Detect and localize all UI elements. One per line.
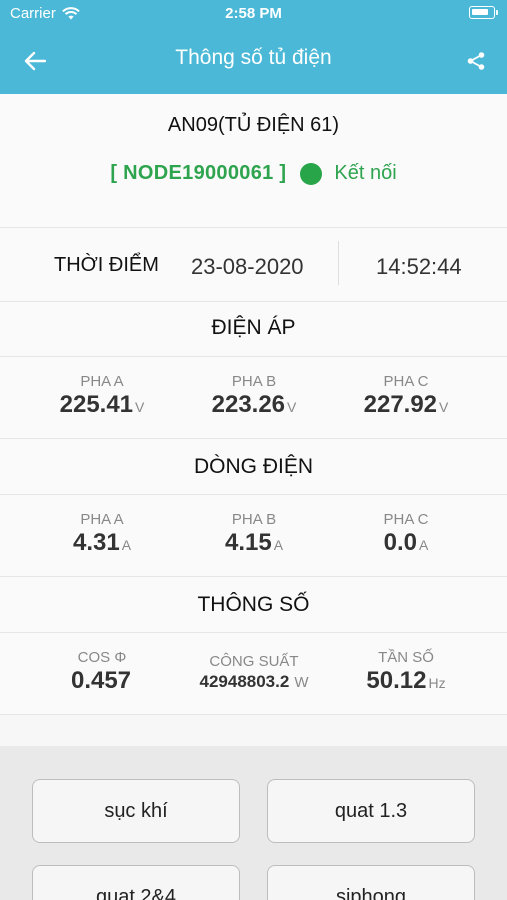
timestamp-date: 23-08-2020 [191,254,304,279]
battery-icon [469,6,498,19]
param-value: 0.457 [70,667,132,694]
page-title: Thông số tủ điện [175,46,332,69]
share-button[interactable] [461,46,491,76]
divider [0,632,507,633]
divider [0,714,507,715]
status-time: 2:58 PM [225,5,282,22]
phase-label: PHA C [383,511,429,528]
device-info-panel: AN09(TỦ ĐIỆN 61) [ NODE19000061 ] Kết nố… [0,94,507,715]
phase-label: PHA B [231,373,277,390]
voltage-phase-c: PHA C 227.92 V [336,373,476,419]
current-section-title: DÒNG ĐIỆN [193,455,313,478]
nav-bar: Thông số tủ điện [0,28,507,94]
params-section-title: THÔNG SỐ [197,593,310,616]
param-label: COS Φ [77,649,127,666]
param-label: CÔNG SUẤT [209,653,299,670]
connection-dot-icon [300,162,323,185]
battery-level [472,9,488,15]
phase-label: PHA A [80,373,124,390]
share-icon [467,52,485,70]
param-frequency: TẦN SỐ 50.12 Hz [336,649,476,695]
control-button-siphong[interactable]: siphong [267,865,475,900]
phase-value: 4.15 [224,529,272,556]
divider [0,227,507,228]
voltage-phase-b: PHA B 223.26 V [184,373,324,419]
phase-unit: V [135,399,145,415]
divider [0,356,507,357]
param-label: TẦN SỐ [378,649,434,666]
control-button-quat-1-3[interactable]: quat 1.3 [267,779,475,843]
divider [0,494,507,495]
param-unit: Hz [428,675,446,691]
timestamp-separator [338,241,339,285]
phase-unit: A [273,537,284,553]
divider [0,301,507,302]
phase-unit: A [121,537,132,553]
current-phase-a: PHA A 4.31 A [32,511,172,557]
param-cos-phi: COS Φ 0.457 [32,649,172,695]
divider [0,438,507,439]
phase-label: PHA A [80,511,124,528]
param-value: 50.12 [366,667,427,694]
phase-unit: V [287,399,297,415]
node-id: [ NODE19000061 ] [110,162,287,184]
param-unit: W [294,674,309,691]
voltage-section-title: ĐIỆN ÁP [211,316,296,339]
node-status-row: [ NODE19000061 ] Kết nối [0,162,507,185]
app-header: Carrier 2:58 PM Thông số tủ điện [0,0,507,94]
current-phase-b: PHA B 4.15 A [184,511,324,557]
voltage-phase-a: PHA A 225.41 V [32,373,172,419]
phase-value: 0.0 [383,529,418,556]
phase-unit: V [439,399,449,415]
connection-status: Kết nối [334,162,397,184]
param-value: 42948803.2 [199,672,290,691]
phase-unit: A [419,537,429,553]
phase-value: 225.41 [59,391,134,418]
control-button-suc-khi[interactable]: sục khí [32,779,240,843]
phase-label: PHA C [383,373,429,390]
phase-label: PHA B [231,511,277,528]
current-phase-c: PHA C 0.0 A [336,511,476,557]
control-buttons-area: sục khí quat 1.3 quat 2&4 siphong [0,746,507,900]
phase-value: 4.31 [72,529,120,556]
phase-value: 227.92 [363,391,438,418]
param-power: CÔNG SUẤT 42948803.2 W [174,653,334,692]
timestamp-label: THỜI ĐIỂM [54,254,159,276]
timestamp-time: 14:52:44 [376,254,462,279]
device-name: AN09(TỦ ĐIỆN 61) [167,114,340,136]
status-bar: Carrier 2:58 PM [0,0,507,28]
control-button-quat-2-4[interactable]: quat 2&4 [32,865,240,900]
divider [0,576,507,577]
phase-value: 223.26 [211,391,286,418]
